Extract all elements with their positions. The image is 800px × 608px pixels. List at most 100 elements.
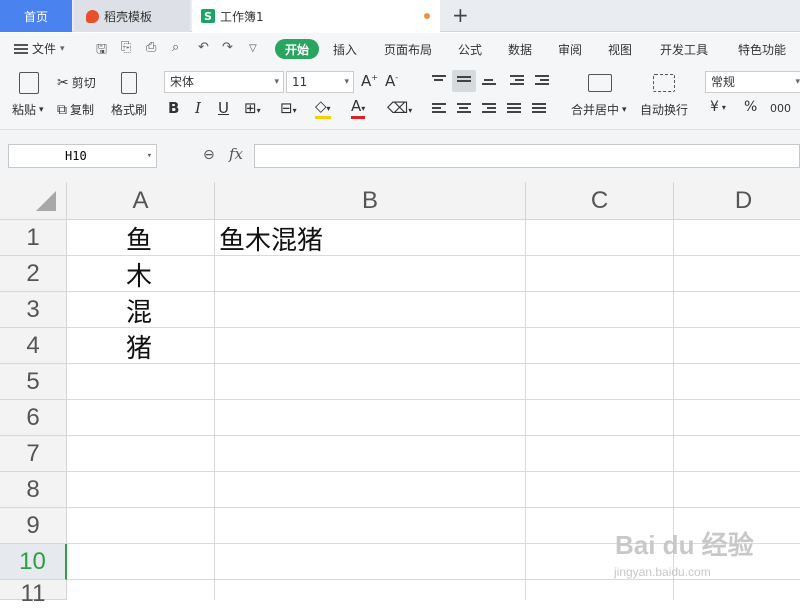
align-center-icon[interactable] [457, 103, 471, 115]
column-header-d[interactable]: D [674, 182, 800, 220]
tab-page-layout[interactable]: 页面布局 [384, 41, 432, 58]
cell-a1[interactable]: 鱼 [126, 220, 152, 256]
hamburger-icon [14, 43, 28, 54]
row-header-2[interactable]: 2 [0, 256, 67, 292]
fill-color-icon[interactable]: ◇▾ [315, 99, 331, 119]
wrap-text-icon[interactable] [653, 74, 675, 92]
merge-center-button[interactable]: 合并居中 ▾ [571, 101, 627, 118]
formula-bar: H10 ⊖ fx [0, 130, 800, 182]
italic-button[interactable]: I [195, 99, 201, 117]
tab-formulas[interactable]: 公式 [458, 41, 482, 58]
column-header-c[interactable]: C [526, 182, 674, 220]
align-bottom-icon[interactable] [482, 79, 496, 91]
gridline [67, 399, 800, 400]
cell-a2[interactable]: 木 [126, 256, 152, 292]
zoom-formula-icon[interactable]: ⊖ [203, 147, 215, 163]
font-size-select[interactable]: 11 [286, 71, 354, 93]
number-format-select[interactable]: 常规 [705, 71, 800, 93]
align-top-icon[interactable] [432, 75, 446, 87]
format-painter-label: 格式刷 [111, 103, 148, 117]
tab-review[interactable]: 审阅 [558, 41, 582, 58]
percent-button[interactable]: % [744, 99, 757, 115]
row-header-8[interactable]: 8 [0, 472, 67, 508]
tab-view[interactable]: 视图 [608, 41, 632, 58]
wrap-text-label: 自动换行 [640, 103, 689, 117]
fx-icon[interactable]: fx [229, 145, 243, 163]
row-header-9[interactable]: 9 [0, 508, 67, 544]
decrease-indent-icon[interactable] [510, 75, 524, 87]
tab-data[interactable]: 数据 [508, 41, 532, 58]
row-header-5[interactable]: 5 [0, 364, 67, 400]
tab-special[interactable]: 特色功能 [738, 41, 786, 58]
formula-input[interactable] [254, 144, 800, 168]
tab-developer[interactable]: 开发工具 [660, 41, 708, 58]
wrap-text-button[interactable]: 自动换行 [640, 101, 688, 118]
format-painter-button[interactable]: 格式刷 [111, 101, 147, 118]
justify-icon[interactable] [507, 103, 521, 115]
column-header-b[interactable]: B [215, 182, 526, 220]
tab-insert[interactable]: 插入 [333, 41, 357, 58]
align-left-icon[interactable] [432, 103, 446, 115]
redo-icon[interactable]: ↷ [222, 40, 233, 55]
undo-icon[interactable]: ↶ [198, 40, 209, 55]
align-middle-icon[interactable] [457, 76, 471, 88]
underline-button[interactable]: U [218, 99, 229, 117]
select-all-corner[interactable] [0, 182, 67, 220]
chevron-down-icon: ▾ [60, 43, 65, 54]
font-color-icon[interactable]: A▾ [351, 99, 366, 119]
cut-button[interactable]: ✂ 剪切 [57, 74, 96, 91]
row-header-7[interactable]: 7 [0, 436, 67, 472]
paste-button[interactable]: 粘贴 ▾ [12, 101, 44, 118]
format-painter-icon[interactable] [121, 72, 137, 94]
font-name-select[interactable]: 宋体 [164, 71, 284, 93]
row-header-3[interactable]: 3 [0, 292, 67, 328]
tab-start[interactable]: 开始 [275, 39, 319, 59]
tab-template-label: 稻壳模板 [104, 9, 153, 24]
export-icon[interactable]: ⎘ [121, 40, 131, 55]
gridline [67, 471, 800, 472]
clear-format-icon[interactable]: ⌫▾ [387, 99, 412, 117]
decrease-font-icon[interactable]: A- [385, 72, 398, 90]
row-header-1[interactable]: 1 [0, 220, 67, 256]
file-menu[interactable]: 文件 ▾ [14, 40, 65, 57]
increase-font-icon[interactable]: A+ [361, 72, 378, 90]
baidu-watermark-url: jingyan.baidu.com [614, 565, 711, 579]
print-preview-icon[interactable]: ⌕ [172, 40, 179, 55]
cell-a4[interactable]: 猪 [126, 328, 152, 364]
tab-workbook[interactable]: S 工作簿1 [192, 0, 440, 32]
unsaved-dot-icon [424, 13, 430, 19]
distributed-icon[interactable] [532, 103, 546, 115]
file-menu-label: 文件 [32, 42, 57, 56]
currency-button[interactable]: ¥ ▾ [710, 99, 726, 115]
row-header-11[interactable]: 11 [0, 580, 67, 607]
increase-indent-icon[interactable] [535, 75, 549, 87]
cell-style-icon[interactable]: ⊟▾ [280, 99, 297, 117]
row-header-10[interactable]: 10 [0, 544, 67, 580]
currency-label: ¥ [710, 99, 719, 115]
gridline [67, 291, 800, 292]
gridline [67, 579, 800, 580]
tab-home[interactable]: 首页 [0, 0, 72, 32]
tab-workbook-label: 工作簿1 [220, 9, 264, 24]
copy-button[interactable]: ⧉ 复制 [57, 101, 94, 118]
name-box[interactable]: H10 [8, 144, 157, 168]
cell-b1[interactable]: 鱼木混猪 [219, 220, 323, 256]
thousands-button[interactable]: 000 [770, 102, 791, 115]
align-right-icon[interactable] [482, 103, 496, 115]
bold-button[interactable]: B [168, 99, 179, 117]
new-tab-button[interactable]: + [452, 3, 469, 27]
cell-a3[interactable]: 混 [126, 292, 152, 328]
merge-center-icon[interactable] [588, 74, 612, 92]
column-header-a[interactable]: A [67, 182, 215, 220]
quick-access-more-icon[interactable]: ▽ [249, 43, 257, 54]
save-icon[interactable]: 🖫 [96, 40, 107, 62]
border-icon[interactable]: ⊞▾ [244, 99, 261, 117]
print-icon[interactable]: ⎙ [146, 40, 156, 55]
row-header-4[interactable]: 4 [0, 328, 67, 364]
tab-template[interactable]: 稻壳模板 [74, 0, 190, 32]
gridline [67, 435, 800, 436]
row-header-6[interactable]: 6 [0, 400, 67, 436]
gridline [67, 327, 800, 328]
paste-icon[interactable] [19, 72, 39, 94]
gridline [67, 255, 800, 256]
